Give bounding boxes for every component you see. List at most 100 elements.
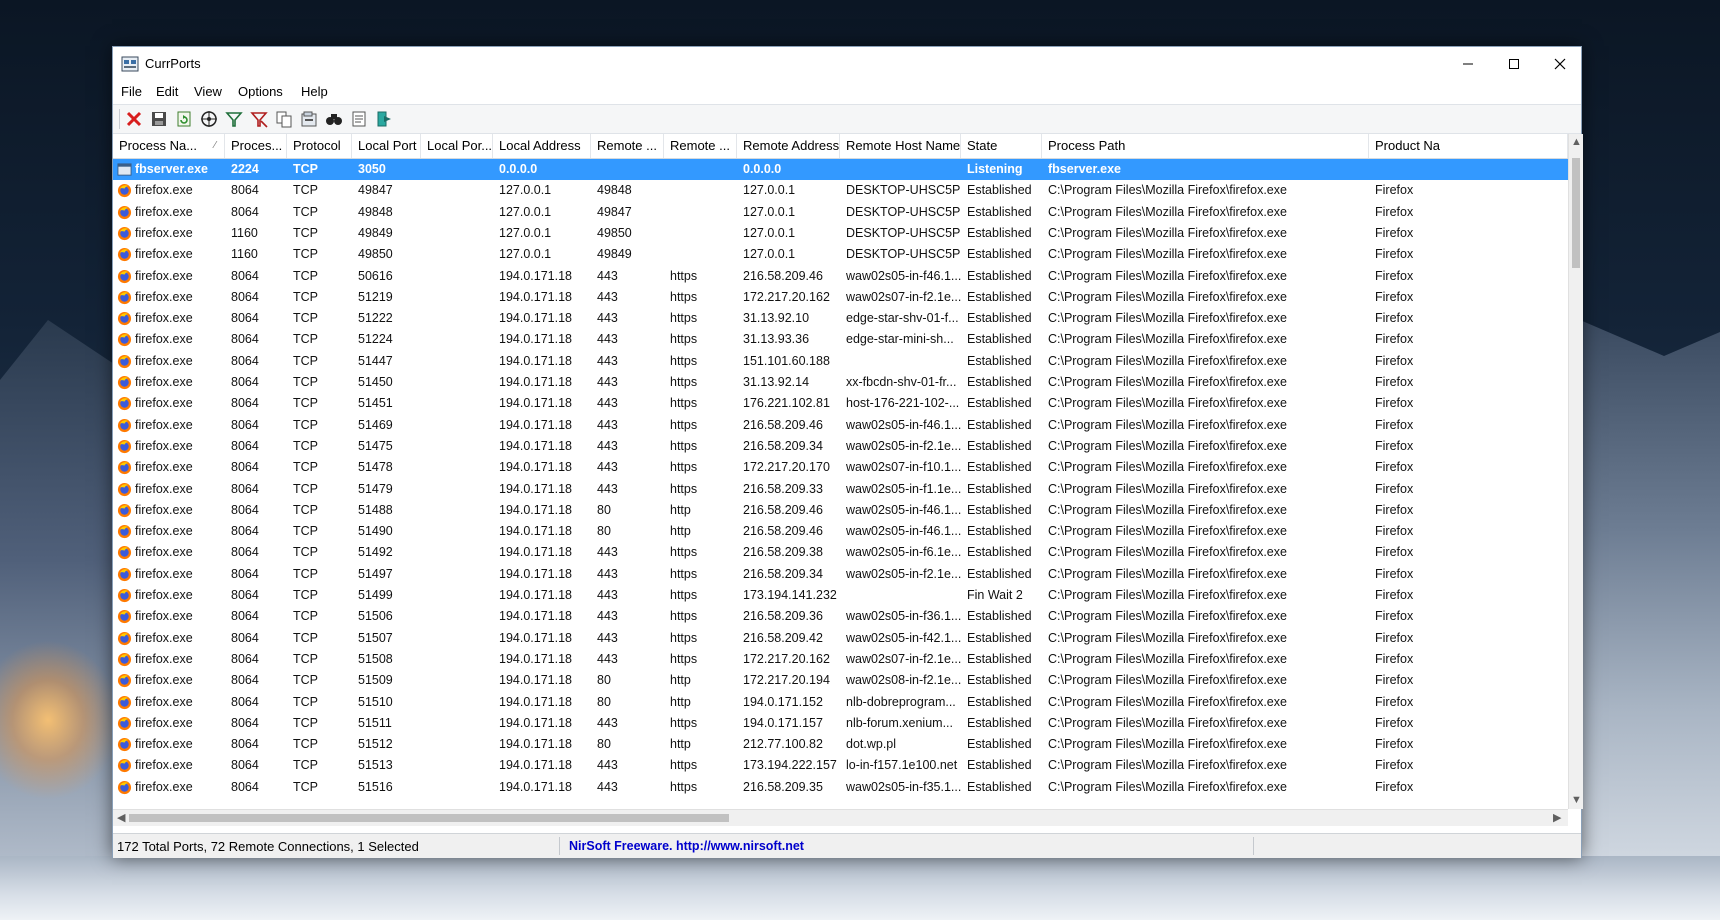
table-row[interactable]: firefox.exe 8064 TCP 51450 194.0.171.18 443 ht…: [113, 372, 1568, 393]
html-report-icon[interactable]: [350, 110, 368, 128]
cell-protocol: TCP: [287, 542, 352, 563]
cell-text: 127.0.0.1: [499, 204, 552, 219]
header-col-process-name[interactable]: Process Na... ⁄: [113, 134, 225, 158]
scroll-left-icon[interactable]: ◀: [117, 811, 125, 824]
horizontal-scrollbar[interactable]: ◀ ▶: [113, 809, 1568, 826]
table-row[interactable]: firefox.exe 8064 TCP 51447 194.0.171.18 443 ht…: [113, 351, 1568, 372]
table-row[interactable]: firefox.exe 8064 TCP 51497 194.0.171.18 443 ht…: [113, 564, 1568, 585]
table-row[interactable]: firefox.exe 8064 TCP 51475 194.0.171.18 443 ht…: [113, 436, 1568, 457]
header-col-product-name[interactable]: Product Na: [1369, 134, 1568, 158]
refresh-icon[interactable]: [175, 110, 193, 128]
cell-text: C:\Program Files\Mozilla Firefox\firefox…: [1048, 204, 1287, 219]
table-row[interactable]: firefox.exe 8064 TCP 51511 194.0.171.18 443 ht…: [113, 713, 1568, 734]
vertical-scrollbar[interactable]: ▲ ▼: [1568, 134, 1583, 809]
table-row[interactable]: firefox.exe 8064 TCP 51499 194.0.171.18 443 ht…: [113, 585, 1568, 606]
cell-local-address: 127.0.0.1: [493, 180, 591, 201]
table-row[interactable]: firefox.exe 1160 TCP 49850 127.0.0.1 49849 127…: [113, 244, 1568, 265]
close-connection-icon[interactable]: [125, 110, 143, 128]
exit-icon[interactable]: [375, 110, 393, 128]
cell-local-address: 194.0.171.18: [493, 755, 591, 776]
header-col-remote-address[interactable]: Remote Address: [737, 134, 840, 158]
table-row[interactable]: firefox.exe 8064 TCP 51224 194.0.171.18 443 ht…: [113, 329, 1568, 350]
menu-file[interactable]: File: [121, 84, 142, 99]
firefox-icon: [117, 205, 132, 219]
save-icon[interactable]: [150, 110, 168, 128]
table-row[interactable]: firefox.exe 8064 TCP 51513 194.0.171.18 443 ht…: [113, 755, 1568, 776]
table-row[interactable]: firefox.exe 8064 TCP 51490 194.0.171.18 80 htt…: [113, 521, 1568, 542]
advanced-filter-icon[interactable]: [250, 110, 268, 128]
scroll-down-icon[interactable]: ▼: [1571, 794, 1582, 806]
table-row[interactable]: firefox.exe 8064 TCP 49848 127.0.0.1 49847 127…: [113, 202, 1568, 223]
cell-protocol: TCP: [287, 649, 352, 670]
cell-text: firefox.exe: [135, 417, 193, 432]
header-col-remote-host-name[interactable]: Remote Host Name: [840, 134, 961, 158]
table-row[interactable]: firefox.exe 8064 TCP 51506 194.0.171.18 443 ht…: [113, 606, 1568, 627]
header-col-protocol[interactable]: Protocol: [287, 134, 352, 158]
table-row[interactable]: firefox.exe 8064 TCP 51479 194.0.171.18 443 ht…: [113, 479, 1568, 500]
filter-icon[interactable]: [225, 110, 243, 128]
table-row[interactable]: firefox.exe 8064 TCP 51510 194.0.171.18 80 htt…: [113, 692, 1568, 713]
cell-process-path: C:\Program Files\Mozilla Firefox\firefox…: [1042, 521, 1369, 542]
header-col-remote-port-name[interactable]: Remote ...: [664, 134, 737, 158]
menu-help[interactable]: Help: [301, 84, 328, 99]
vertical-scroll-thumb[interactable]: [1572, 158, 1580, 268]
find-icon[interactable]: [325, 110, 343, 128]
cell-remote-address: 151.101.60.188: [737, 351, 840, 372]
menu-view[interactable]: View: [194, 84, 222, 99]
cell-process-id: 8064: [225, 351, 287, 372]
header-col-local-address[interactable]: Local Address: [493, 134, 591, 158]
cell-text: firefox.exe: [135, 715, 193, 730]
table-row[interactable]: firefox.exe 8064 TCP 51509 194.0.171.18 80 htt…: [113, 670, 1568, 691]
copy-icon[interactable]: [275, 110, 293, 128]
cell-text: firefox.exe: [135, 524, 193, 539]
table-row[interactable]: firefox.exe 8064 TCP 51512 194.0.171.18 80 htt…: [113, 734, 1568, 755]
cell-text: waw02s05-in-f1.1e...: [846, 481, 961, 496]
horizontal-scroll-thumb[interactable]: [129, 814, 729, 822]
table-row[interactable]: firefox.exe 8064 TCP 51516 194.0.171.18 443 ht…: [113, 777, 1568, 798]
table-row[interactable]: firefox.exe 8064 TCP 51222 194.0.171.18 443 ht…: [113, 308, 1568, 329]
table-row[interactable]: firefox.exe 8064 TCP 51469 194.0.171.18 443 ht…: [113, 415, 1568, 436]
table-row[interactable]: firefox.exe 8064 TCP 51488 194.0.171.18 80 htt…: [113, 500, 1568, 521]
cell-text: 51479: [358, 481, 393, 496]
title-bar[interactable]: CurrPorts: [113, 47, 1581, 81]
scroll-up-icon[interactable]: ▲: [1571, 136, 1582, 148]
cell-text: 51490: [358, 524, 393, 539]
maximize-button[interactable]: [1491, 47, 1537, 81]
header-col-process-path[interactable]: Process Path: [1042, 134, 1369, 158]
cell-local-address: 194.0.171.18: [493, 521, 591, 542]
cell-text: https: [670, 332, 698, 347]
header-label: Process Na...: [119, 138, 198, 153]
table-row[interactable]: firefox.exe 8064 TCP 51507 194.0.171.18 443 ht…: [113, 628, 1568, 649]
table-row[interactable]: firefox.exe 8064 TCP 50616 194.0.171.18 443 ht…: [113, 266, 1568, 287]
cell-process-path: C:\Program Files\Mozilla Firefox\firefox…: [1042, 692, 1369, 713]
nirsoft-link[interactable]: NirSoft Freeware. http://www.nirsoft.net: [569, 839, 804, 853]
menu-options[interactable]: Options: [238, 84, 283, 99]
cell-text: firefox.exe: [135, 375, 193, 389]
scroll-right-icon[interactable]: ▶: [1553, 811, 1561, 824]
header-col-state[interactable]: State: [961, 134, 1042, 158]
options-icon[interactable]: [300, 110, 318, 128]
header-col-remote-port[interactable]: Remote ...: [591, 134, 664, 158]
properties-icon[interactable]: [200, 110, 218, 128]
close-window-button[interactable]: [1537, 47, 1583, 81]
cell-text: fbserver.exe: [1048, 162, 1121, 176]
minimize-button[interactable]: [1445, 47, 1491, 81]
header-col-local-port[interactable]: Local Port: [352, 134, 421, 158]
cell-text: C:\Program Files\Mozilla Firefox\firefox…: [1048, 715, 1287, 730]
cell-text: TCP: [293, 502, 318, 517]
table-row[interactable]: firefox.exe 8064 TCP 51219 194.0.171.18 443 ht…: [113, 287, 1568, 308]
table-row[interactable]: firefox.exe 8064 TCP 49847 127.0.0.1 49848 127…: [113, 180, 1568, 201]
table-row[interactable]: fbserver.exe 2224 TCP 3050 0.0.0.0 0.0.0.0 Lis…: [113, 159, 1568, 181]
table-row[interactable]: firefox.exe 1160 TCP 49849 127.0.0.1 49850 127…: [113, 223, 1568, 244]
cell-product-name: Firefox: [1369, 479, 1568, 500]
header-col-process-id[interactable]: Proces...: [225, 134, 287, 158]
firefox-icon: [117, 290, 132, 304]
header-col-local-port-name[interactable]: Local Por...: [421, 134, 493, 158]
maximize-icon: [1509, 59, 1519, 69]
table-row[interactable]: firefox.exe 8064 TCP 51492 194.0.171.18 443 ht…: [113, 542, 1568, 563]
cell-text: firefox.exe: [135, 588, 193, 602]
table-row[interactable]: firefox.exe 8064 TCP 51508 194.0.171.18 443 ht…: [113, 649, 1568, 670]
table-row[interactable]: firefox.exe 8064 TCP 51451 194.0.171.18 443 ht…: [113, 393, 1568, 414]
table-row[interactable]: firefox.exe 8064 TCP 51478 194.0.171.18 443 ht…: [113, 457, 1568, 478]
menu-edit[interactable]: Edit: [156, 84, 178, 99]
